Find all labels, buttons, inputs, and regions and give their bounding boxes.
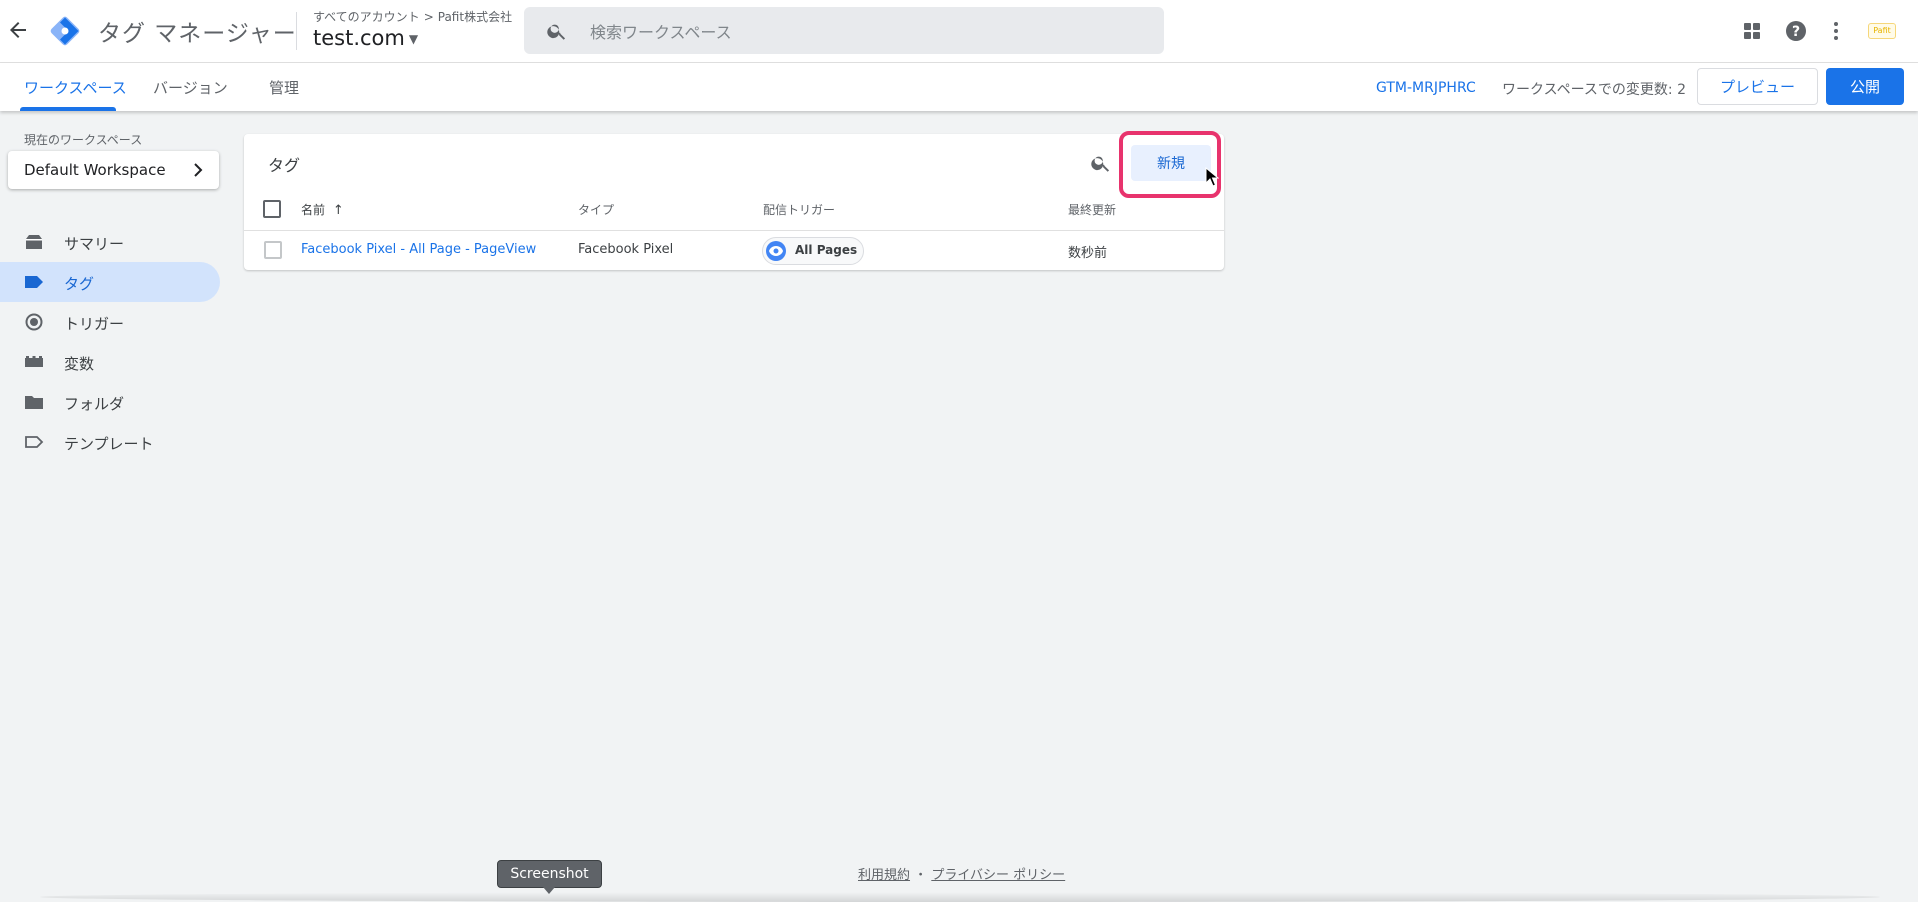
publish-button[interactable]: 公開 [1826,68,1904,105]
header-divider [244,230,1224,231]
apps-grid-icon[interactable] [1740,19,1764,43]
variable-icon [25,356,43,367]
header-divider [296,12,297,50]
breadcrumb-account[interactable]: Pafit株式会社 [438,10,512,24]
column-header-last-edited[interactable]: 最終更新 [1068,201,1116,218]
column-header-trigger[interactable]: 配信トリガー [763,201,835,218]
tag-manager-logo-icon [50,16,80,46]
last-edited: 数秒前 [1068,246,1108,261]
template-icon [25,436,44,448]
footer: 利用規約 ・ プライバシー ポリシー [858,864,1065,883]
screenshot-tooltip: Screenshot [497,860,602,894]
select-all-checkbox[interactable] [263,200,281,218]
column-header-type[interactable]: タイプ [578,201,614,218]
sidebar-item-summary[interactable]: サマリー [0,222,220,262]
current-workspace-label: 現在のワークスペース [24,133,143,147]
sidebar-item-label: サマリー [64,235,125,253]
sidebar-item-folders[interactable]: フォルダ [0,382,220,422]
workspace-name: Default Workspace [24,161,166,179]
tag-name-link[interactable]: Facebook Pixel - All Page - PageView [301,242,536,257]
active-tab-indicator [20,107,116,111]
sidebar-item-label: テンプレート [64,435,154,453]
summary-icon [26,235,42,249]
search-icon [547,24,566,40]
sort-arrow-up-icon: ↑ [332,203,344,218]
trigger-chip[interactable]: All Pages [762,237,864,265]
breadcrumb-all-accounts[interactable]: すべてのアカウント [313,10,420,24]
tab-versions[interactable]: バージョン [153,77,228,98]
container-id-link[interactable]: GTM-MRJPHRC [1376,80,1476,96]
search-icon[interactable] [1090,152,1112,174]
trigger-chip-label: All Pages [795,243,858,257]
sidebar-item-triggers[interactable]: トリガー [0,302,220,342]
breadcrumb-separator: > [423,10,434,24]
terms-link[interactable]: 利用規約 [858,868,910,883]
workspace-nav: ワークスペース バージョン 管理 GTM-MRJPHRC ワークスペースでの変更… [0,63,1918,111]
app-title: タグ マネージャー [98,21,297,47]
dropdown-caret-icon: ▼ [408,32,419,46]
sidebar-item-label: トリガー [64,315,125,333]
column-header-label: 名前 [301,203,326,217]
eye-icon [766,241,786,261]
preview-button[interactable]: プレビュー [1697,68,1818,105]
back-arrow-icon[interactable] [6,18,30,42]
tab-admin[interactable]: 管理 [269,77,299,98]
bottom-shadow [40,892,1880,902]
new-tag-button[interactable]: 新規 [1131,145,1211,181]
sidebar-item-tags[interactable]: タグ [0,262,220,302]
footer-separator: ・ [914,868,928,883]
card-title: タグ [268,156,301,175]
row-checkbox[interactable] [264,241,282,259]
tag-icon [25,276,43,288]
trigger-icon [25,313,43,331]
chevron-right-icon [194,163,203,177]
top-bar: タグ マネージャー すべてのアカウント > Pafit株式会社 test.com ▼ … [0,0,1918,63]
breadcrumb[interactable]: すべてのアカウント > Pafit株式会社 [313,8,512,25]
more-vert-icon[interactable] [1824,19,1848,43]
sidebar-item-label: 変数 [64,355,95,373]
help-icon[interactable]: ? [1784,19,1808,43]
container-name: test.com [313,26,405,50]
sidebar-item-label: タグ [64,275,95,293]
sidebar-item-variables[interactable]: 変数 [0,342,220,382]
folder-icon [25,396,43,409]
search-input[interactable] [588,17,1152,47]
workspace-search[interactable] [524,7,1164,54]
account-avatar[interactable]: Pafit [1868,23,1896,39]
privacy-link[interactable]: プライバシー ポリシー [931,868,1065,883]
tag-type: Facebook Pixel [578,242,674,257]
tab-workspace[interactable]: ワークスペース [24,77,127,98]
tags-card: タグ 新規 名前 ↑ タイプ 配信トリガー 最終更新 Facebook Pixe… [244,131,1224,270]
column-header-name[interactable]: 名前 ↑ [301,201,344,218]
svg-text:?: ? [1792,24,1800,40]
workspace-selector[interactable]: Default Workspace [8,151,219,189]
container-selector[interactable]: test.com ▼ [313,26,418,50]
sidebar-item-label: フォルダ [64,395,125,413]
sidebar-item-templates[interactable]: テンプレート [0,422,220,462]
workspace-changes-count: ワークスペースでの変更数: 2 [1502,82,1686,98]
